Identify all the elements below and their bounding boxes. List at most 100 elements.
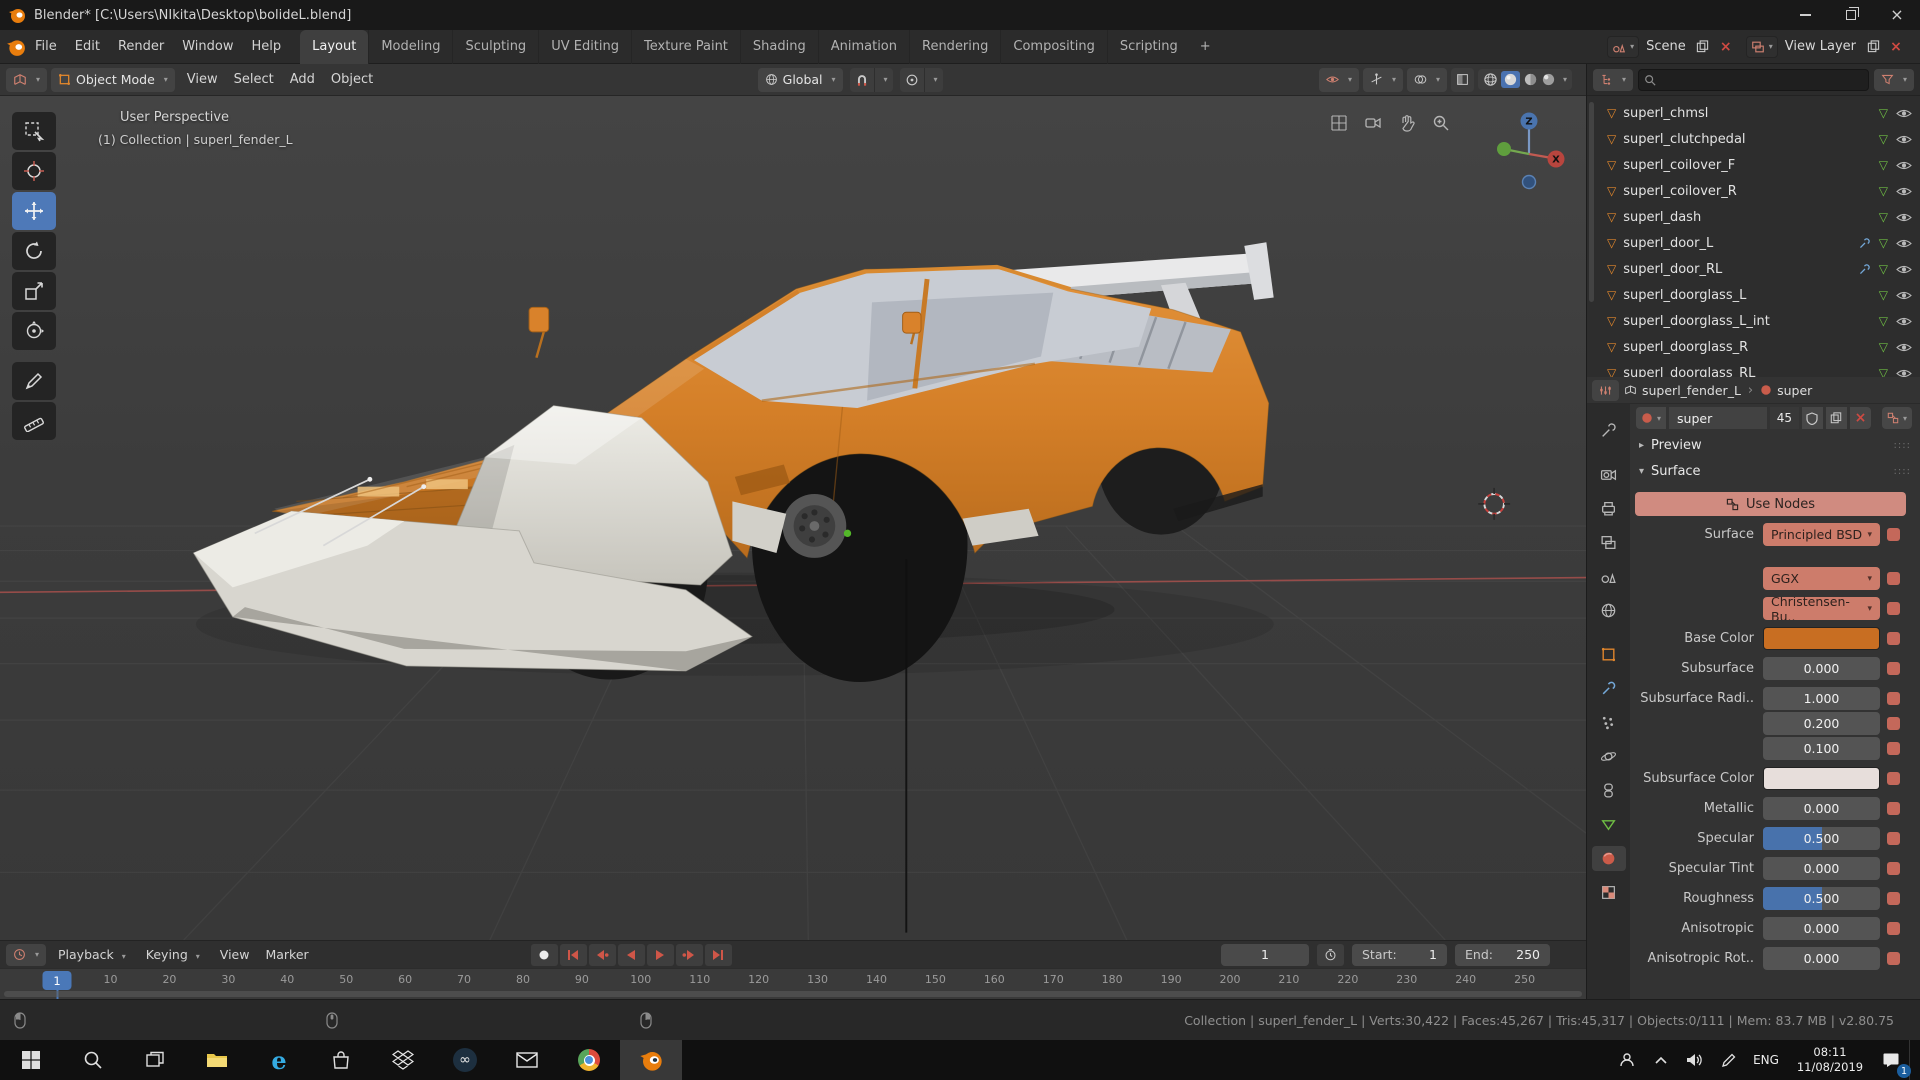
snap-dropdown[interactable]: ▾	[874, 68, 893, 92]
visibility-eye-icon[interactable]	[1896, 368, 1912, 378]
timeline-menu-marker[interactable]: Marker	[257, 947, 316, 962]
property-slider[interactable]: 0.000	[1763, 857, 1880, 880]
tab-render[interactable]	[1592, 462, 1626, 487]
dropbox-icon[interactable]	[372, 1040, 434, 1080]
visibility-eye-icon[interactable]	[1896, 238, 1912, 249]
keyframe-decorator-icon[interactable]	[1887, 832, 1900, 845]
viewport-menu-view[interactable]: View	[179, 72, 226, 87]
new-view-layer-button[interactable]	[1863, 37, 1883, 57]
visibility-eye-icon[interactable]	[1896, 186, 1912, 197]
tab-world[interactable]	[1592, 598, 1626, 623]
new-scene-button[interactable]	[1693, 37, 1713, 57]
view-layer-name[interactable]: View Layer	[1781, 39, 1860, 54]
tab-texture[interactable]	[1592, 880, 1626, 905]
move-tool[interactable]	[12, 192, 56, 230]
visibility-eye-icon[interactable]	[1896, 108, 1912, 119]
workspace-tab-sculpting[interactable]: Sculpting	[452, 30, 538, 64]
language-indicator[interactable]: ENG	[1747, 1053, 1785, 1067]
blender-menu-logo-icon[interactable]	[6, 37, 26, 57]
outliner-item[interactable]: ▽superl_doorglass_R▽	[1587, 334, 1920, 360]
snap-toggle[interactable]	[850, 68, 874, 92]
outliner-item[interactable]: ▽superl_clutchpedal▽	[1587, 126, 1920, 152]
unlink-scene-button[interactable]: ×	[1716, 37, 1736, 57]
minimize-button[interactable]	[1782, 0, 1828, 30]
surface-panel-header[interactable]: ▾ Surface ::::	[1630, 458, 1920, 484]
keyframe-decorator-icon[interactable]	[1887, 692, 1900, 705]
previous-keyframe-button[interactable]	[589, 944, 616, 966]
menu-edit[interactable]: Edit	[66, 30, 109, 64]
keyframe-decorator-icon[interactable]	[1887, 572, 1900, 585]
workspace-tab-layout[interactable]: Layout	[300, 30, 368, 64]
property-menu[interactable]: GGX▾	[1763, 567, 1880, 590]
menu-render[interactable]: Render	[109, 30, 173, 64]
visibility-eye-icon[interactable]	[1896, 134, 1912, 145]
browse-scene-button[interactable]: ▾	[1607, 36, 1639, 58]
keyframe-decorator-icon[interactable]	[1887, 528, 1900, 541]
material-name-field[interactable]: super	[1669, 407, 1767, 429]
overlays-dropdown[interactable]: ▾	[1407, 68, 1447, 92]
tab-object[interactable]	[1592, 642, 1626, 667]
outliner-item[interactable]: ▽superl_doorglass_L▽	[1587, 282, 1920, 308]
new-material-button[interactable]	[1826, 407, 1847, 429]
add-workspace-button[interactable]: +	[1190, 30, 1221, 64]
workspace-tab-rendering[interactable]: Rendering	[909, 30, 1000, 64]
tab-view-layer[interactable]	[1592, 530, 1626, 555]
tab-physics[interactable]	[1592, 744, 1626, 769]
timeline-editor-type-button[interactable]: ▾	[6, 944, 46, 966]
proportional-edit-toggle[interactable]	[900, 68, 924, 92]
outliner-item[interactable]: ▽superl_coilover_F▽	[1587, 152, 1920, 178]
action-center-button[interactable]: 1	[1875, 1040, 1907, 1080]
scene-name[interactable]: Scene	[1642, 39, 1690, 54]
viewport-menu-add[interactable]: Add	[282, 72, 323, 87]
keyframe-decorator-icon[interactable]	[1887, 892, 1900, 905]
keyframe-decorator-icon[interactable]	[1887, 952, 1900, 965]
workspace-tab-compositing[interactable]: Compositing	[1000, 30, 1107, 64]
property-slider[interactable]: 0.500	[1763, 887, 1880, 910]
tab-particles[interactable]	[1592, 710, 1626, 735]
browse-material-button[interactable]: ▾	[1636, 407, 1666, 429]
property-number[interactable]: 1.000	[1763, 687, 1880, 710]
shading-dropdown[interactable]: ▾	[1563, 75, 1567, 84]
keyframe-decorator-icon[interactable]	[1887, 922, 1900, 935]
workspace-tab-uv-editing[interactable]: UV Editing	[538, 30, 631, 64]
jump-to-start-button[interactable]	[560, 944, 587, 966]
outliner-item[interactable]: ▽superl_door_L▽	[1587, 230, 1920, 256]
workspace-tab-texture-paint[interactable]: Texture Paint	[631, 30, 740, 64]
visibility-eye-icon[interactable]	[1896, 342, 1912, 353]
keyframe-decorator-icon[interactable]	[1887, 772, 1900, 785]
timeline-menu-view[interactable]: View	[212, 947, 258, 962]
wireframe-shading-icon[interactable]	[1483, 72, 1498, 87]
mail-icon[interactable]	[496, 1040, 558, 1080]
preview-panel-header[interactable]: ▸ Preview ::::	[1630, 432, 1920, 458]
tab-modifiers[interactable]	[1592, 676, 1626, 701]
outliner-editor-type-button[interactable]: ▾	[1593, 69, 1633, 91]
outliner-search-input[interactable]	[1660, 73, 1863, 87]
keyframe-decorator-icon[interactable]	[1887, 802, 1900, 815]
measure-tool[interactable]	[12, 402, 56, 440]
tab-output[interactable]	[1592, 496, 1626, 521]
search-button[interactable]	[62, 1040, 124, 1080]
material-shading-icon[interactable]	[1523, 72, 1538, 87]
workspace-tab-modeling[interactable]: Modeling	[368, 30, 452, 64]
property-slider[interactable]: 0.500	[1763, 827, 1880, 850]
loop-app-icon[interactable]: ∞	[434, 1040, 496, 1080]
record-button[interactable]	[531, 944, 558, 966]
gizmo-y-axis[interactable]	[1497, 142, 1511, 156]
chrome-icon[interactable]	[558, 1040, 620, 1080]
tab-tool[interactable]	[1592, 418, 1626, 443]
property-slider[interactable]: 0.000	[1763, 657, 1880, 680]
outliner-item[interactable]: ▽superl_doorglass_L_int▽	[1587, 308, 1920, 334]
property-number[interactable]: 0.200	[1763, 712, 1880, 735]
rotate-tool[interactable]	[12, 232, 56, 270]
property-number[interactable]: 0.100	[1763, 737, 1880, 760]
tab-constraints[interactable]	[1592, 778, 1626, 803]
keyframe-decorator-icon[interactable]	[1887, 632, 1900, 645]
timeline-ruler[interactable]: 1020304050607080901001101201301401501601…	[0, 968, 1586, 999]
property-slider[interactable]: 0.000	[1763, 917, 1880, 940]
gizmo-minus-z-axis[interactable]	[1523, 176, 1536, 189]
editor-type-button[interactable]: ▾	[6, 68, 47, 92]
keyframe-decorator-icon[interactable]	[1887, 662, 1900, 675]
tab-material[interactable]	[1592, 846, 1626, 871]
start-button[interactable]	[0, 1040, 62, 1080]
visibility-eye-icon[interactable]	[1896, 316, 1912, 327]
